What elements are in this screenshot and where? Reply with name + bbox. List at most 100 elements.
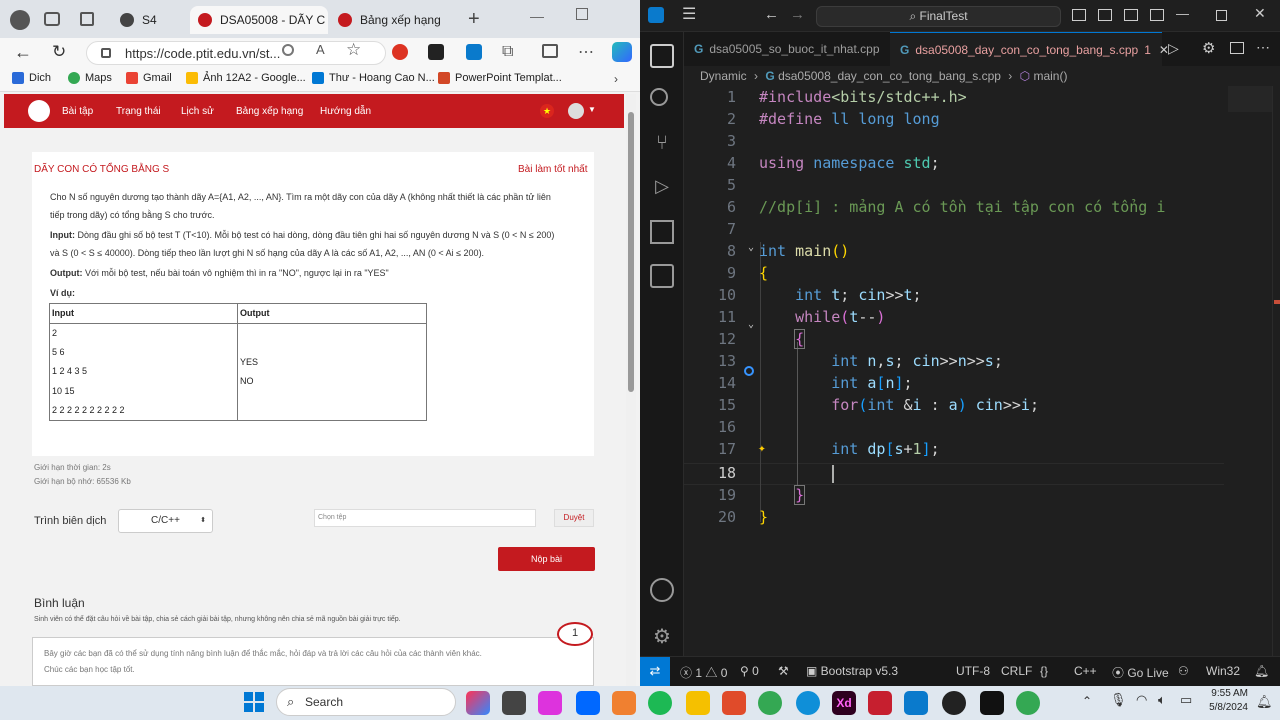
workspaces-icon[interactable] <box>44 12 60 26</box>
split-editor-icon[interactable] <box>1230 42 1244 54</box>
close-icon[interactable]: ✕ <box>1254 5 1266 22</box>
breadcrumb-symbol[interactable]: main() <box>1033 69 1067 83</box>
capcut-icon[interactable] <box>980 691 1004 715</box>
toggle-panel-icon[interactable] <box>1098 9 1112 21</box>
vscode-taskbar-icon[interactable] <box>904 691 928 715</box>
breakpoint-hint-icon[interactable] <box>744 366 754 376</box>
breadcrumb-file[interactable]: dsa05008_day_con_co_tong_bang_s.cpp <box>778 69 1001 83</box>
more-actions-icon[interactable]: ⋯ <box>1256 39 1270 56</box>
minimize-icon[interactable]: — <box>530 8 544 24</box>
bookmark-powerpoint[interactable]: PowerPoint Templat... <box>438 72 562 84</box>
back-icon[interactable]: ← <box>764 6 779 23</box>
remote-explorer-icon[interactable] <box>650 264 674 288</box>
volume-icon[interactable]: 🔈︎ <box>1158 692 1166 708</box>
eol-status[interactable]: CRLF <box>1001 664 1032 678</box>
nav-bai-tap[interactable]: Bài tập <box>62 106 93 117</box>
clock-date[interactable]: 5/8/2024 <box>1196 702 1248 713</box>
forward-icon[interactable]: → <box>790 6 805 23</box>
back-icon[interactable]: ← <box>14 42 32 63</box>
battery-icon[interactable]: ▭ <box>1180 692 1192 708</box>
best-solution-link[interactable]: Bài làm tốt nhất <box>518 164 587 175</box>
platform-status[interactable]: Win32 <box>1206 664 1240 678</box>
bookmark-dich[interactable]: Dich <box>12 72 51 84</box>
comment-count-badge[interactable]: 1 <box>557 622 593 646</box>
dev-cpp-icon[interactable] <box>868 691 892 715</box>
edge-icon[interactable] <box>796 691 820 715</box>
bootstrap-status[interactable]: ▣ Bootstrap v5.3 <box>806 664 898 678</box>
scrollbar-thumb[interactable] <box>628 112 634 392</box>
problems-status[interactable]: ⓧ 1 △ 0 <box>680 664 727 681</box>
chevron-down-icon[interactable]: ▼ <box>588 105 596 114</box>
app-icon[interactable] <box>612 691 636 715</box>
remote-icon[interactable]: ⇄ <box>640 657 670 687</box>
code-editor[interactable]: ⌄ ⌄ ✦ 1 2 3 4 5 6 7 8 9 10 11 12 13 14 1… <box>684 86 1280 656</box>
editor-scrollbar[interactable] <box>1272 86 1280 656</box>
explorer-icon[interactable] <box>650 44 674 68</box>
run-debug-icon[interactable]: ▷ <box>650 176 674 200</box>
office-icon[interactable] <box>722 691 746 715</box>
adobe-xd-icon[interactable]: Xd <box>832 691 856 715</box>
chevron-right-icon[interactable]: › <box>614 72 618 86</box>
read-aloud-icon[interactable]: A <box>316 42 325 57</box>
bookmark-photos[interactable]: Ảnh 12A2 - Google... <box>186 72 306 84</box>
maximize-icon[interactable] <box>1216 10 1227 21</box>
go-live-status[interactable]: ⦿ Go Live <box>1112 664 1169 681</box>
chevron-down-icon[interactable]: ⌄ <box>748 319 754 330</box>
chevron-up-icon[interactable]: ⌃ <box>1082 694 1092 708</box>
browse-button[interactable]: Duyệt <box>554 509 594 527</box>
extensions-icon[interactable] <box>650 220 674 244</box>
source-control-icon[interactable]: ⑂ <box>650 132 674 156</box>
refresh-icon[interactable]: ↻ <box>52 42 66 62</box>
tab-ranking[interactable]: Bảng xếp hạng <box>330 6 460 34</box>
tab-dsa05005[interactable]: G dsa05005_so_buoc_it_nhat.cpp <box>684 32 890 66</box>
vietnam-flag-icon[interactable]: ★ <box>540 104 554 118</box>
split-screen-icon[interactable] <box>542 44 558 58</box>
build-icon[interactable]: ⚒ <box>778 664 789 678</box>
chrome-profile-icon[interactable] <box>758 691 782 715</box>
nav-trang-thai[interactable]: Trạng thái <box>116 106 161 117</box>
copilot-status-icon[interactable]: ⚇ <box>1178 664 1189 678</box>
language-status[interactable]: C++ <box>1074 664 1097 678</box>
tab-actions-icon[interactable] <box>80 12 94 26</box>
run-icon[interactable]: ▷ <box>1168 40 1179 57</box>
nav-bang-xep-hang[interactable]: Bảng xếp hạng <box>236 106 303 117</box>
notification-bell-icon[interactable]: 🔔︎ <box>1256 694 1273 710</box>
tab-s4[interactable]: S4 <box>112 6 184 34</box>
gear-icon[interactable]: ⚙ <box>650 624 674 648</box>
favorite-star-icon[interactable]: ☆ <box>346 40 361 60</box>
avatar[interactable] <box>568 103 584 119</box>
windows-start-icon[interactable] <box>244 692 264 712</box>
zalo-icon[interactable] <box>576 691 600 715</box>
site-logo[interactable] <box>28 100 50 122</box>
github-icon[interactable] <box>942 691 966 715</box>
toggle-secondary-sidebar-icon[interactable] <box>1124 9 1138 21</box>
clock-time[interactable]: 9:55 AM <box>1200 688 1248 699</box>
bookmark-maps[interactable]: Maps <box>68 72 112 84</box>
nav-huong-dan[interactable]: Hướng dẫn <box>320 106 371 117</box>
extension-translate-icon[interactable] <box>466 44 482 60</box>
file-input[interactable]: Chọn tệp <box>314 509 536 527</box>
breadcrumb-folder[interactable]: Dynamic <box>700 69 747 83</box>
extension-adblock-icon[interactable] <box>392 44 408 60</box>
more-menu-icon[interactable]: ⋯ <box>578 42 594 62</box>
menu-icon[interactable]: ☰ <box>682 4 696 24</box>
microphone-icon[interactable]: 🎙︎ <box>1110 692 1127 708</box>
profile-icon[interactable] <box>10 10 30 30</box>
search-icon[interactable] <box>650 88 668 106</box>
notifications-icon[interactable]: 🔔︎ <box>1254 664 1269 678</box>
compiler-select[interactable]: C/C++ ⬍ <box>118 509 213 533</box>
bookmark-mail[interactable]: Thư - Hoang Cao N... <box>312 72 435 84</box>
customize-layout-icon[interactable] <box>1150 9 1164 21</box>
braces-icon[interactable]: {} <box>1040 664 1048 678</box>
account-icon[interactable] <box>650 578 674 602</box>
minimap[interactable] <box>1228 86 1274 112</box>
address-bar[interactable]: https://code.ptit.edu.vn/st... <box>86 41 386 65</box>
taskbar-search[interactable]: ⌕ Search <box>276 688 456 716</box>
app-icon[interactable] <box>538 691 562 715</box>
nav-lich-su[interactable]: Lịch sử <box>181 106 214 117</box>
chrome-icon[interactable] <box>648 691 672 715</box>
chevron-down-icon[interactable]: ⌄ <box>748 242 754 253</box>
maximize-icon[interactable] <box>576 8 588 20</box>
submit-button[interactable]: Nộp bài <box>498 547 595 571</box>
minimize-icon[interactable]: — <box>1176 6 1189 21</box>
